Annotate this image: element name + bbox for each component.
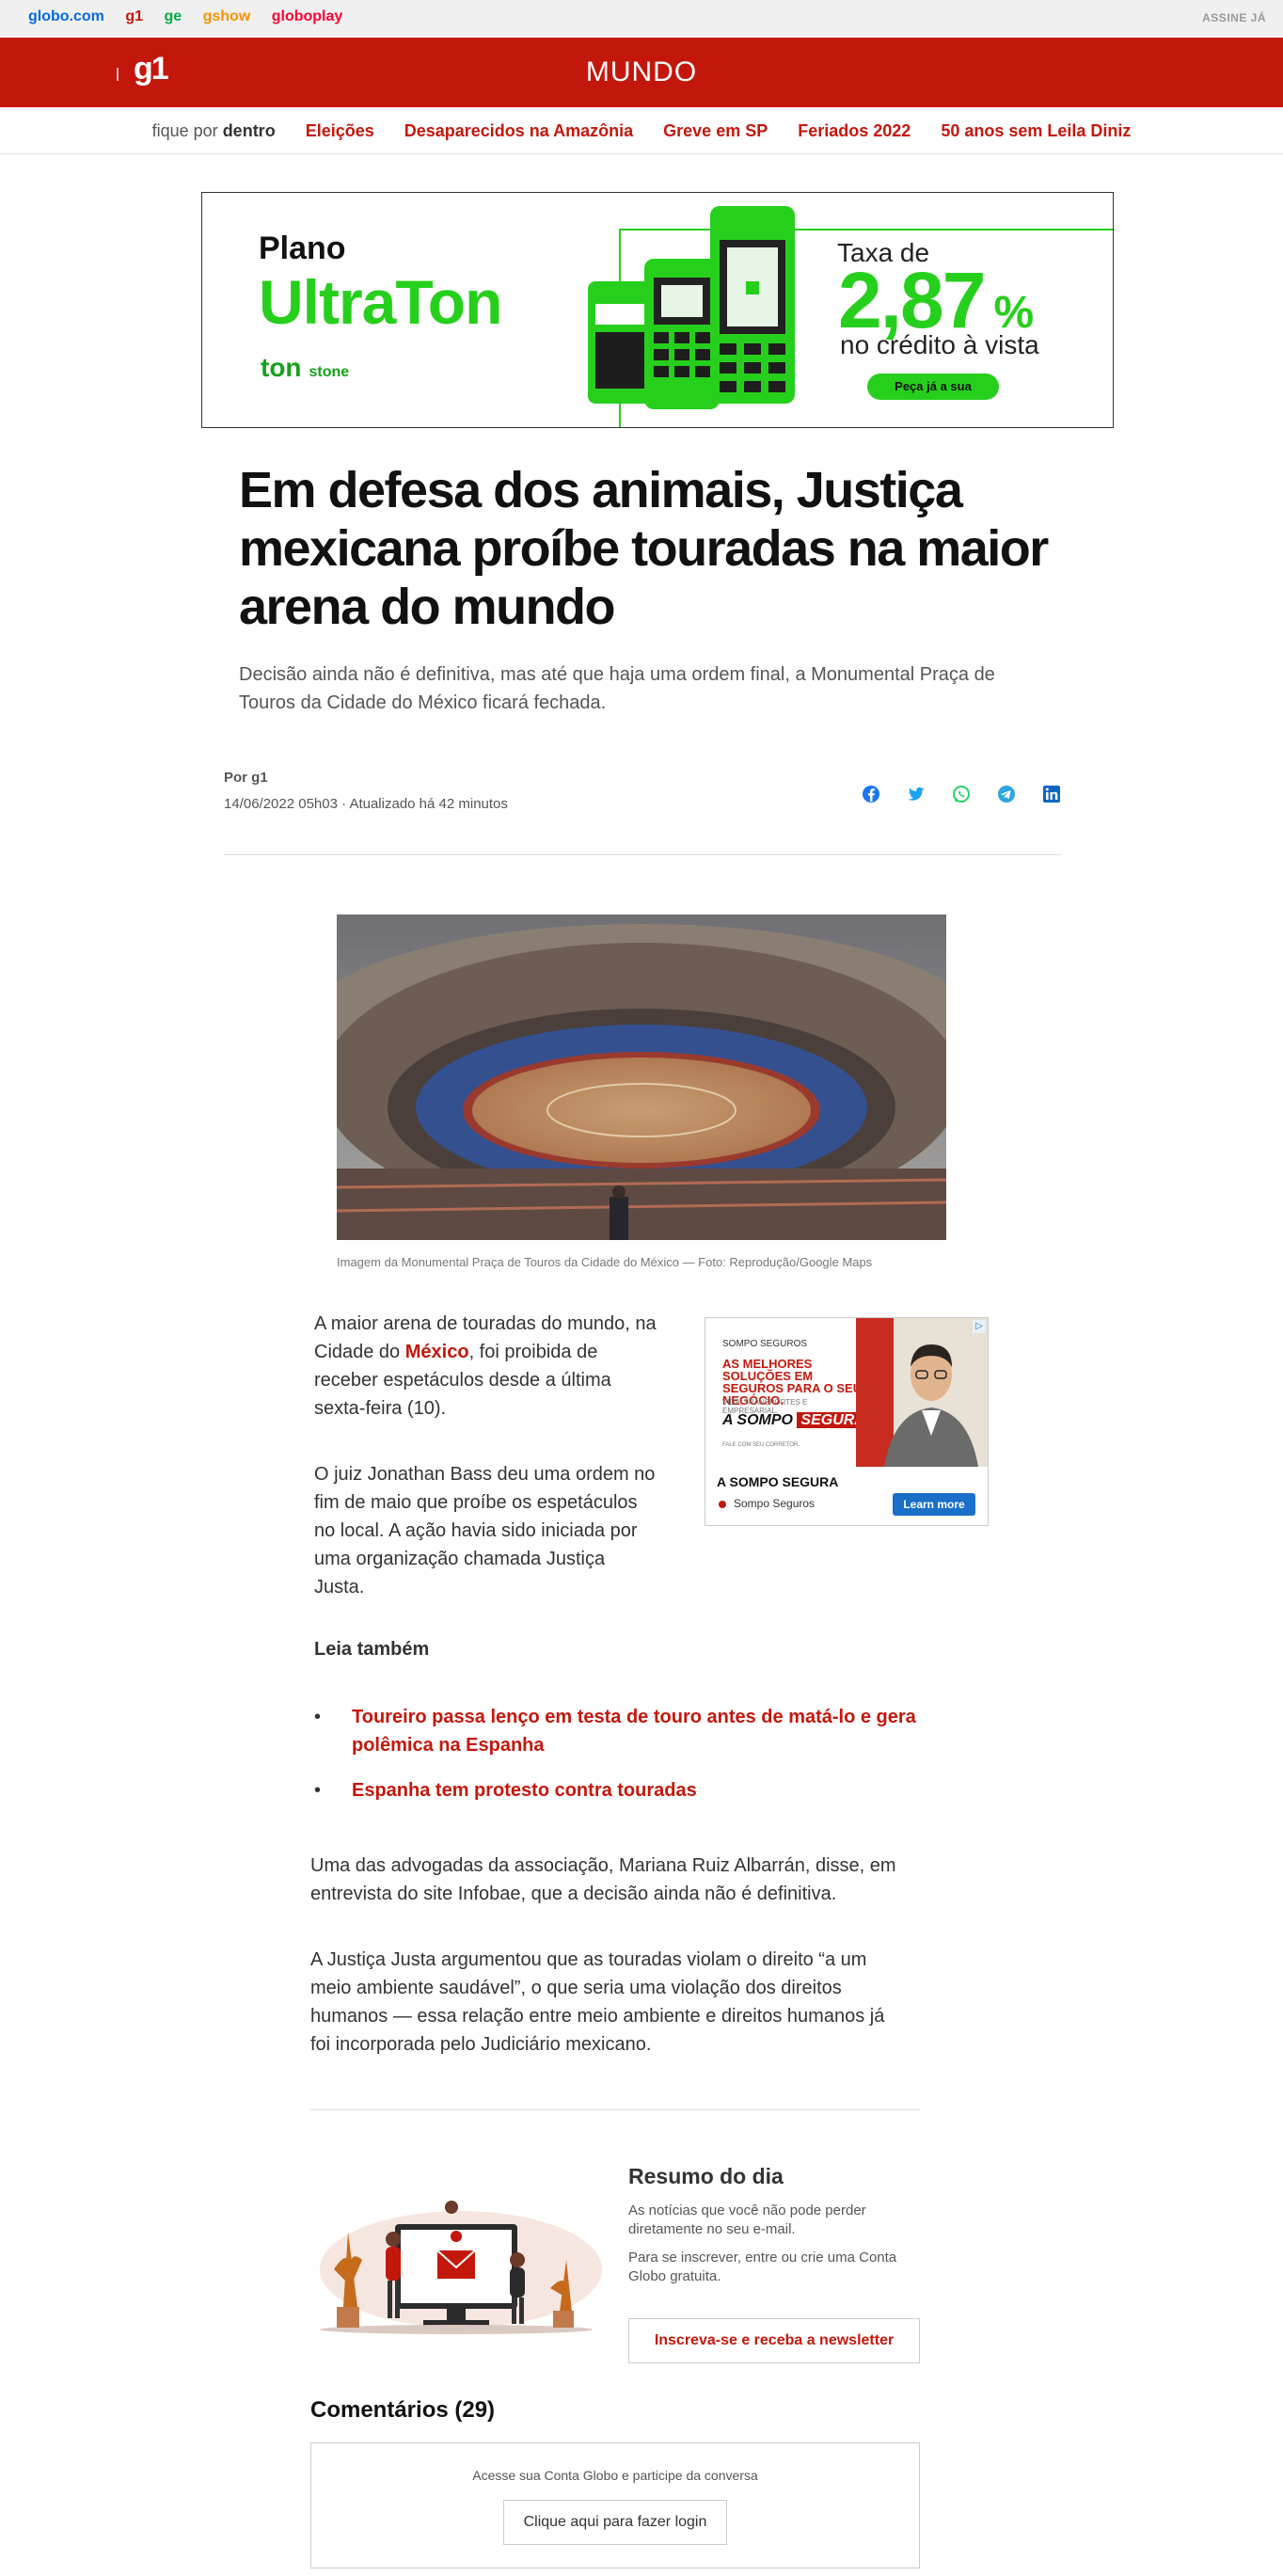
card-machines-image [588, 206, 795, 409]
newsletter-title: Resumo do dia [628, 2164, 784, 2188]
learn-more-button[interactable]: Learn more [893, 1493, 975, 1516]
newsletter-illustration [320, 2201, 602, 2334]
menu-link-feriados[interactable]: Feriados 2022 [798, 121, 911, 141]
newsletter-desc-1: As notícias que você não pode perder dir… [628, 2202, 866, 2237]
article-headline: Em defesa dos animais, Justiça mexicana … [239, 462, 1049, 635]
menu-link-greve[interactable]: Greve em SP [663, 121, 768, 141]
article-end-divider [310, 2109, 920, 2110]
twitter-icon[interactable] [903, 781, 929, 807]
share-bar [858, 781, 1065, 807]
related-link-1[interactable]: Toureiro passa lenço em testa de touro a… [352, 1703, 954, 1759]
paragraph-4: A Justiça Justa argumentou que as tourad… [310, 1949, 885, 2055]
ton-stone-logo: ton stone [261, 353, 349, 383]
comments-login-message: Acesse sua Conta Globo e participe da co… [472, 2468, 758, 2483]
sompo-ad-advertiser: Sompo Seguros [734, 1497, 816, 1510]
brand-ge[interactable]: ge [164, 8, 182, 24]
sompo-dot-icon [719, 1501, 726, 1508]
topics-menu: fique por dentro Eleições Desaparecidos … [0, 107, 1283, 154]
subscribe-link[interactable]: ASSINE JÁ [1202, 11, 1266, 24]
comments-box: Acesse sua Conta Globo e participe da co… [310, 2442, 920, 2568]
brand-g1[interactable]: g1 [125, 8, 143, 24]
menu-link-eleicoes[interactable]: Eleições [306, 121, 374, 141]
whatsapp-icon[interactable] [948, 781, 974, 807]
article-byline: Por g1 [224, 770, 268, 786]
globo-brands: globo.com g1 ge gshow globoplay [28, 8, 359, 25]
facebook-icon[interactable] [858, 781, 884, 807]
fique-por-text: fique por [151, 120, 218, 140]
dentro-text: dentro [222, 120, 276, 140]
bullet-icon: • [314, 1707, 322, 1727]
related-link-2[interactable]: Espanha tem protesto contra touradas [352, 1776, 954, 1805]
linkedin-icon[interactable] [1038, 781, 1065, 807]
site-header: g1 MUNDO [0, 38, 1283, 107]
brand-globoplay[interactable]: globoplay [272, 8, 343, 24]
section-title[interactable]: MUNDO [0, 56, 1283, 88]
sompo-tagline: FALE COM SEU CORRETOR. [722, 1442, 800, 1448]
bullring-photo[interactable] [337, 914, 946, 1240]
ad-plano: Plano [259, 231, 346, 266]
menu-link-desaparecidos[interactable]: Desaparecidos na Amazônia [404, 121, 633, 141]
stone-logo-text: stone [309, 364, 350, 380]
related-item-1[interactable]: • Toureiro passa lenço em testa de touro… [314, 1703, 991, 1759]
brand-globo-com[interactable]: globo.com [28, 8, 104, 24]
photo-caption: Imagem da Monumental Praça de Touros da … [337, 1255, 873, 1269]
login-button[interactable]: Clique aqui para fazer login [503, 2500, 727, 2545]
related-item-2[interactable]: • Espanha tem protesto contra touradas [314, 1776, 991, 1805]
ton-logo-text: ton [261, 353, 302, 382]
leia-tambem-title: Leia também [314, 1639, 430, 1660]
telegram-icon[interactable] [993, 781, 1020, 807]
ad-cta-button[interactable]: Peça já a sua [867, 374, 999, 400]
sompo-small-logo: SOMPO SEGUROS [722, 1339, 808, 1349]
adchoices-icon[interactable]: ▷ [973, 1320, 986, 1333]
globo-top-bar: globo.com g1 ge gshow globoplay ASSINE J… [0, 0, 1283, 38]
sompo-stamp-a: A SOMPO [722, 1412, 793, 1428]
article-dates: 14/06/2022 05h03 · Atualizado há 42 minu… [224, 796, 508, 812]
mexico-link[interactable]: México [405, 1342, 469, 1362]
newsletter-subscribe-button[interactable]: Inscreva-se e receba a newsletter [628, 2318, 920, 2363]
paragraph-3: Uma das advogadas da associação, Mariana… [310, 1855, 896, 1904]
comments-title: Comentários (29) [310, 2397, 496, 2423]
fique-por-dentro-label: fique por dentro [152, 121, 276, 141]
sompo-stamp: A SOMPO SEGURA [722, 1412, 869, 1429]
sompo-ad-title: A SOMPO SEGURA [717, 1474, 839, 1489]
menu-link-leila-diniz[interactable]: 50 anos sem Leila Diniz [941, 121, 1131, 141]
header-divider [224, 854, 1061, 855]
newsletter-desc-2: Para se inscrever, entre ou crie uma Con… [628, 2250, 897, 2284]
sompo-ad[interactable]: SOMPO SEGUROS AS MELHORES SOLUÇÕES EM SE… [705, 1317, 989, 1526]
ad-credito: no crédito à vista [840, 330, 1039, 359]
sompo-person-image [856, 1318, 988, 1467]
bullet-icon: • [314, 1780, 322, 1801]
article-subtitle: Decisão ainda não é definitiva, mas até … [239, 664, 995, 713]
paragraph-2: O juiz Jonathan Bass deu uma ordem no fi… [314, 1464, 656, 1598]
paragraph-1: A maior arena de touradas do mundo, na C… [314, 1310, 657, 1423]
brand-gshow[interactable]: gshow [203, 8, 251, 24]
ultraton-ad-banner[interactable]: Plano UltraTon ton stone Taxa de 2,87% no… [201, 192, 1114, 428]
sompo-ad-image: SOMPO SEGUROS AS MELHORES SOLUÇÕES EM SE… [705, 1318, 988, 1467]
ad-product-name: UltraTon [259, 267, 502, 337]
